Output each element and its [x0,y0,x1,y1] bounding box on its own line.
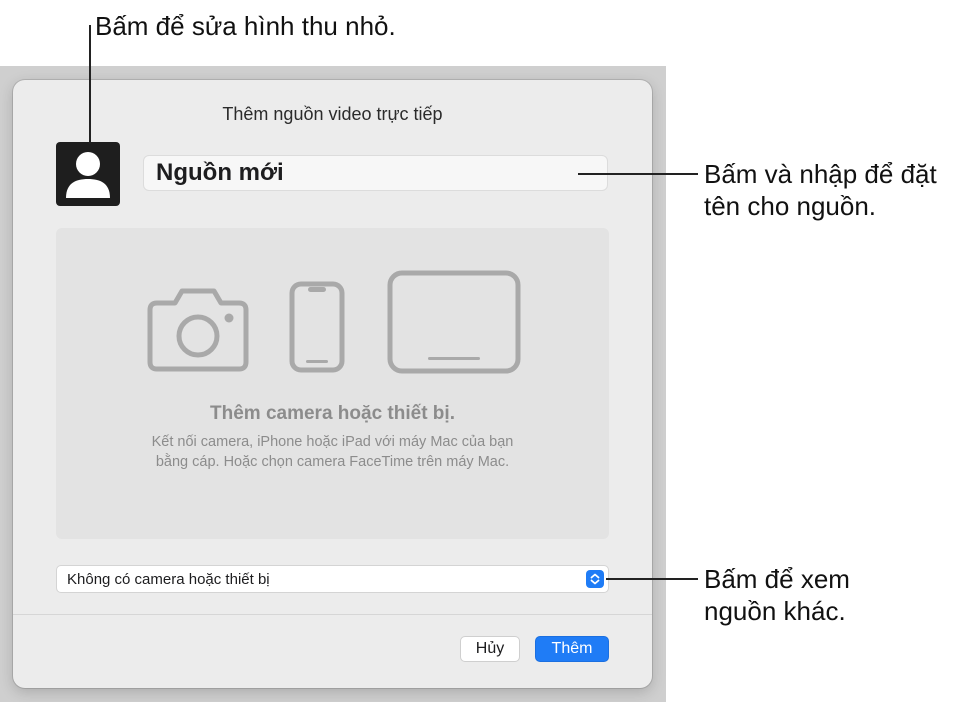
chevron-updown-icon [586,570,604,588]
device-area-description-line-2: bằng cáp. Hoặc chọn camera FaceTime trên… [155,454,510,470]
callout-source-line-2: nguồn khác. [704,596,846,626]
device-area-description: Kết nối camera, iPhone hoặc iPad với máy… [116,432,549,472]
callout-name-line [578,173,698,175]
callout-source-line-1: Bấm để xem [704,564,850,594]
iphone-icon [289,281,345,373]
source-thumbnail-button[interactable] [56,142,120,206]
callout-source-line [606,578,698,580]
cancel-button[interactable]: Hủy [460,636,520,662]
source-name-field[interactable] [143,155,608,191]
callout-name-line-1: Bấm và nhập để đặt [704,159,937,189]
source-popup-menu[interactable]: Không có camera hoặc thiết bị [56,565,609,593]
device-area-description-line-1: Kết nối camera, iPhone hoặc iPad với máy… [151,434,514,450]
callout-thumbnail-line [89,25,91,144]
person-silhouette-icon [66,152,110,198]
camera-icon [147,288,249,372]
add-live-video-source-dialog: Thêm nguồn video trực tiếp Thêm camera h… [13,80,652,688]
source-popup-label: Không có camera hoặc thiết bị [67,571,270,588]
add-button[interactable]: Thêm [535,636,609,662]
device-area-heading: Thêm camera hoặc thiết bị. [210,403,455,424]
callout-name-line-2: tên cho nguồn. [704,191,877,221]
callout-name: Bấm và nhập để đặt tên cho nguồn. [704,158,937,222]
ipad-icon [387,270,521,374]
callout-thumbnail: Bấm để sửa hình thu nhỏ. [95,11,396,41]
callout-source: Bấm để xem nguồn khác. [704,563,850,627]
footer-divider [13,614,652,615]
device-drop-area: Thêm camera hoặc thiết bị. Kết nối camer… [56,228,609,539]
dialog-title: Thêm nguồn video trực tiếp [222,104,443,124]
